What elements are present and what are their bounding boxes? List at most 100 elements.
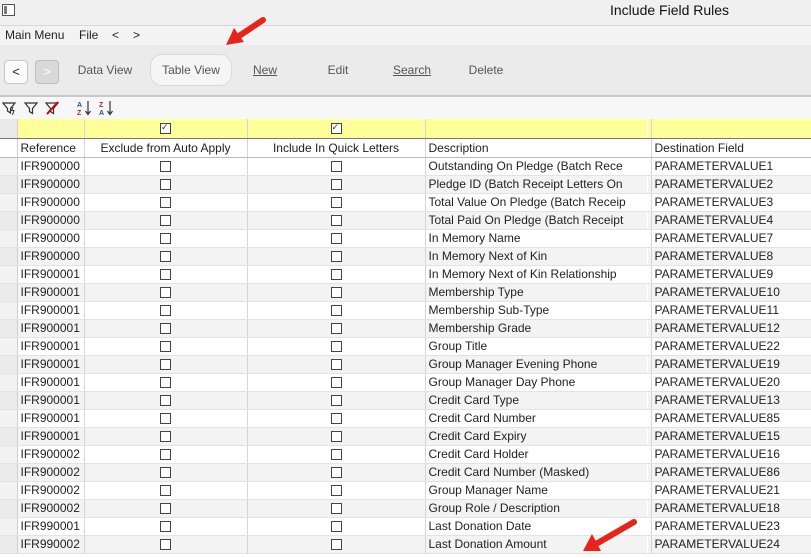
table-row[interactable]: IFR900002 Credit Card Number (Masked) PARA… — [0, 463, 811, 482]
quick-letters-checkbox[interactable] — [330, 305, 342, 317]
row-selector[interactable] — [0, 319, 18, 338]
menu-back[interactable]: < — [112, 28, 119, 42]
table-row[interactable]: IFR900000 Outstanding On Pledge (Batch Re… — [0, 157, 811, 176]
table-row[interactable]: IFR900001 Group Title PARAMETERVALUE22 — [0, 337, 811, 356]
exclude-checkbox[interactable] — [160, 395, 171, 407]
quick-letters-checkbox[interactable] — [330, 431, 342, 443]
filter-exclude[interactable] — [84, 119, 248, 139]
sort-ascending-icon[interactable]: A Z — [76, 100, 92, 116]
row-selector[interactable] — [0, 517, 18, 536]
column-header-quick-letters[interactable]: Include In Quick Letters — [247, 138, 426, 158]
row-selector[interactable] — [0, 391, 18, 410]
filter-exclude-checkbox[interactable] — [160, 120, 171, 135]
exclude-checkbox[interactable] — [160, 233, 171, 245]
quick-letters-checkbox[interactable] — [330, 539, 342, 551]
column-header-exclude[interactable]: Exclude from Auto Apply — [84, 138, 248, 158]
row-selector[interactable] — [0, 409, 18, 428]
exclude-checkbox[interactable] — [160, 341, 171, 353]
table-view-button[interactable]: Table View — [150, 54, 232, 86]
row-selector[interactable] — [0, 301, 18, 320]
table-row[interactable]: IFR900002 Group Role / Description PARAMET… — [0, 499, 811, 518]
exclude-checkbox[interactable] — [160, 269, 171, 281]
row-selector[interactable] — [0, 481, 18, 500]
table-row[interactable]: IFR990001 Last Donation Date PARAMETERVALU… — [0, 517, 811, 536]
back-button[interactable]: < — [4, 60, 28, 84]
row-selector[interactable] — [0, 247, 18, 266]
filter-description[interactable] — [425, 119, 648, 139]
data-view-button[interactable]: Data View — [73, 54, 137, 86]
row-selector[interactable] — [0, 535, 18, 554]
row-selector[interactable] — [0, 157, 18, 176]
table-row[interactable]: IFR900001 Membership Sub-Type PARAMETERVAL… — [0, 301, 811, 320]
column-header-destination[interactable]: Destination Field — [651, 138, 811, 158]
row-selector[interactable] — [0, 499, 18, 518]
quick-letters-checkbox[interactable] — [330, 359, 342, 371]
menu-file[interactable]: File — [79, 28, 98, 42]
row-selector[interactable] — [0, 373, 18, 392]
table-row[interactable]: IFR900001 Group Manager Day Phone PARAMETE… — [0, 373, 811, 392]
filter-reference[interactable] — [17, 119, 85, 139]
quick-letters-checkbox[interactable] — [330, 341, 342, 353]
table-row[interactable]: IFR900002 Credit Card Holder PARAMETERVALU… — [0, 445, 811, 464]
row-selector[interactable] — [0, 283, 18, 302]
column-header-description[interactable]: Description — [425, 138, 648, 158]
quick-letters-checkbox[interactable] — [330, 179, 342, 191]
row-selector[interactable] — [0, 427, 18, 446]
exclude-checkbox[interactable] — [160, 251, 171, 263]
table-row[interactable]: IFR900001 Credit Card Type PARAMETERVALUE1… — [0, 391, 811, 410]
quick-letters-checkbox[interactable] — [330, 251, 342, 263]
quick-letters-checkbox[interactable] — [330, 503, 342, 515]
filter-quick-letters[interactable] — [247, 119, 426, 139]
exclude-checkbox[interactable] — [160, 179, 171, 191]
exclude-checkbox[interactable] — [160, 449, 171, 461]
table-row[interactable]: IFR900001 Credit Card Number PARAMETERVALU… — [0, 409, 811, 428]
row-selector[interactable] — [0, 119, 18, 139]
filter-destination[interactable] — [651, 119, 811, 139]
quick-letters-checkbox[interactable] — [330, 323, 342, 335]
edit-button[interactable]: Edit — [320, 54, 356, 86]
exclude-checkbox[interactable] — [160, 431, 171, 443]
table-row[interactable]: IFR900001 Membership Grade PARAMETERVALUE1… — [0, 319, 811, 338]
quick-letters-checkbox[interactable] — [330, 521, 342, 533]
quick-letters-checkbox[interactable] — [330, 395, 342, 407]
table-row[interactable]: IFR900001 Membership Type PARAMETERVALUE10 — [0, 283, 811, 302]
table-row[interactable]: IFR900001 Credit Card Expiry PARAMETERVALU… — [0, 427, 811, 446]
row-selector[interactable] — [0, 175, 18, 194]
row-selector[interactable] — [0, 211, 18, 230]
quick-letters-checkbox[interactable] — [330, 377, 342, 389]
exclude-checkbox[interactable] — [160, 377, 171, 389]
quick-letters-checkbox[interactable] — [330, 287, 342, 299]
table-row[interactable]: IFR900000 Pledge ID (Batch Receipt Letter… — [0, 175, 811, 194]
exclude-checkbox[interactable] — [160, 323, 171, 335]
menu-main[interactable]: Main Menu — [5, 28, 64, 42]
row-selector[interactable] — [0, 463, 18, 482]
quick-letters-checkbox[interactable] — [330, 197, 342, 209]
table-row[interactable]: IFR900000 In Memory Next of Kin PARAMETERV… — [0, 247, 811, 266]
search-button[interactable]: Search — [388, 54, 436, 86]
quick-letters-checkbox[interactable] — [330, 215, 342, 227]
exclude-checkbox[interactable] — [160, 287, 171, 299]
filter-lightning-icon[interactable] — [2, 100, 18, 116]
exclude-checkbox[interactable] — [160, 539, 171, 551]
quick-letters-checkbox[interactable] — [330, 161, 342, 173]
menu-forward[interactable]: > — [133, 28, 140, 42]
clear-filter-icon[interactable] — [44, 100, 60, 116]
exclude-checkbox[interactable] — [160, 503, 171, 515]
exclude-checkbox[interactable] — [160, 197, 171, 209]
row-selector[interactable] — [0, 337, 18, 356]
quick-letters-checkbox[interactable] — [330, 449, 342, 461]
quick-letters-checkbox[interactable] — [330, 233, 342, 245]
quick-letters-checkbox[interactable] — [330, 467, 342, 479]
column-header-reference[interactable]: Reference — [17, 138, 85, 158]
table-row[interactable]: IFR900000 Total Value On Pledge (Batch Re… — [0, 193, 811, 212]
row-selector[interactable] — [0, 229, 18, 248]
table-row[interactable]: IFR900000 In Memory Name PARAMETERVALUE7 — [0, 229, 811, 248]
exclude-checkbox[interactable] — [160, 467, 171, 479]
table-row[interactable]: IFR900000 Total Paid On Pledge (Batch Rec… — [0, 211, 811, 230]
table-row[interactable]: IFR900001 In Memory Next of Kin Relations… — [0, 265, 811, 284]
exclude-checkbox[interactable] — [160, 359, 171, 371]
delete-button[interactable]: Delete — [464, 54, 508, 86]
row-selector[interactable] — [0, 265, 18, 284]
quick-letters-checkbox[interactable] — [330, 413, 342, 425]
forward-button[interactable]: > — [35, 60, 59, 84]
